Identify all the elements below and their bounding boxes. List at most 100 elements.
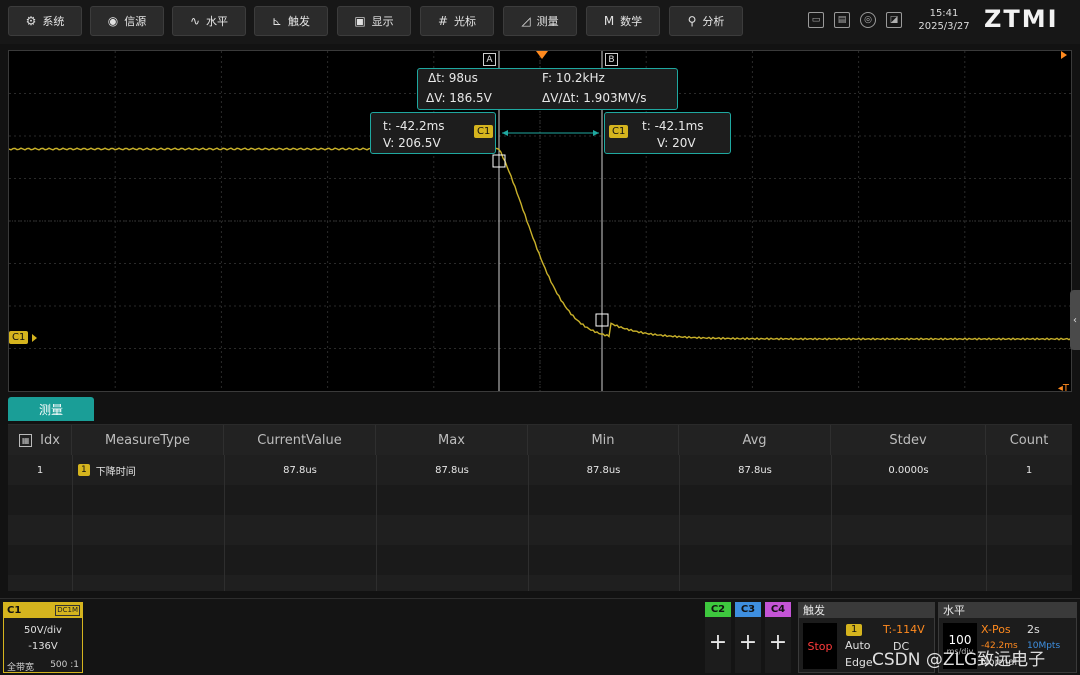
source-button[interactable]: ◉ 信源 xyxy=(90,6,164,36)
cursor-b-voltage: V: 20V xyxy=(657,136,696,150)
display-icon: ▣ xyxy=(354,14,366,28)
channel-1-probe-ratio: 500 :1 xyxy=(50,660,79,670)
window-icon[interactable]: ◪ xyxy=(886,12,902,28)
cursor-b-time: t: -42.1ms xyxy=(642,119,704,133)
cursor-delta-readout: Δt: 98us F: 10.2kHz ΔV: 186.5V ΔV/Δt: 1.… xyxy=(417,68,678,110)
x-position-value: 2s xyxy=(1027,623,1040,636)
clock-date: 2025/3/27 xyxy=(918,21,970,32)
system-button-label: 系统 xyxy=(42,15,65,28)
trigger-mode: Auto xyxy=(845,639,871,652)
watermark: CSDN @ZLG致远电子 xyxy=(872,650,1046,670)
trigger-icon: ⊾ xyxy=(271,14,283,28)
top-toolbar: ⚙ 系统 ◉ 信源 ∿ 水平 ⊾ 触发 ▣ 显示 # 光标 ◿ 测量 M 数学 … xyxy=(0,0,1080,44)
channel-1-panel[interactable]: C1 DC1M 50V/div -136V 全带宽 500 :1 xyxy=(3,602,83,673)
clock: 15:41 2025/3/27 xyxy=(914,7,974,33)
cursor-a-readout: t: -42.2ms V: 206.5V C1 xyxy=(370,112,496,154)
horizontal-wave-icon: ∿ xyxy=(189,14,201,28)
arrow-left-icon xyxy=(502,130,508,136)
delta-frequency: F: 10.2kHz xyxy=(542,71,605,85)
horizontal-button-label: 水平 xyxy=(206,15,229,28)
network-icon[interactable]: ◎ xyxy=(860,12,876,28)
row-idx: 1 xyxy=(36,464,44,476)
trigger-position-marker[interactable] xyxy=(536,51,548,59)
brand-logo: ZTMI xyxy=(984,5,1059,33)
cursor-a-voltage: V: 206.5V xyxy=(383,136,441,150)
col-stdev[interactable]: Stdev xyxy=(831,425,986,455)
trigger-level-marker[interactable] xyxy=(1061,51,1067,59)
analyze-button[interactable]: ⚲ 分析 xyxy=(669,6,743,36)
measure-button-label: 测量 xyxy=(536,15,559,28)
row-avg: 87.8us xyxy=(738,464,772,476)
table-row-stripe xyxy=(8,575,1072,591)
cursor-button[interactable]: # 光标 xyxy=(420,6,494,36)
trigger-button[interactable]: ⊾ 触发 xyxy=(254,6,328,36)
plus-icon: + xyxy=(768,630,788,655)
analyze-button-label: 分析 xyxy=(702,15,725,28)
plus-icon: + xyxy=(708,630,728,655)
cursor-b-channel-badge: C1 xyxy=(609,125,629,138)
row-measure-type: 1 下降时间 xyxy=(72,455,224,485)
col-measure-type[interactable]: MeasureType xyxy=(72,425,224,455)
table-settings-icon[interactable]: ▦ xyxy=(19,433,33,447)
trigger-time-label: ◂T xyxy=(1057,383,1069,394)
measure-table: ▦ Idx MeasureType CurrentValue Max Min A… xyxy=(8,424,1072,591)
trigger-button-label: 触发 xyxy=(288,15,311,28)
channel-1-offset: -136V xyxy=(28,641,58,652)
clock-time: 15:41 xyxy=(929,8,959,19)
math-button[interactable]: M 数学 xyxy=(586,6,660,36)
measure-tab[interactable]: 测量 xyxy=(8,397,94,421)
row-current-value: 87.8us xyxy=(283,464,317,476)
x-position-label: X-Pos xyxy=(981,623,1011,636)
plus-icon: + xyxy=(738,630,758,655)
row-channel-badge: 1 xyxy=(78,464,90,476)
delta-time: Δt: 98us xyxy=(428,71,478,85)
display-button-label: 显示 xyxy=(371,15,394,28)
channel-3-label: C3 xyxy=(735,602,761,617)
math-button-label: 数学 xyxy=(620,15,643,28)
row-max: 87.8us xyxy=(435,464,469,476)
delta-slew-rate: ΔV/Δt: 1.903MV/s xyxy=(542,91,647,105)
signal-source-icon: ◉ xyxy=(107,14,119,28)
channel-2-add-button[interactable]: C2 + xyxy=(705,602,731,673)
col-current-value[interactable]: CurrentValue xyxy=(224,425,376,455)
channel-1-offset-marker[interactable]: C1 xyxy=(9,331,29,344)
measure-table-header: ▦ Idx MeasureType CurrentValue Max Min A… xyxy=(8,425,1072,455)
math-icon: M xyxy=(603,14,615,28)
channel-2-label: C2 xyxy=(705,602,731,617)
delta-voltage: ΔV: 186.5V xyxy=(426,91,492,105)
cursor-button-label: 光标 xyxy=(454,15,477,28)
cursor-a-tag[interactable]: A xyxy=(483,53,496,66)
trigger-type: Edge xyxy=(845,656,873,669)
gear-icon: ⚙ xyxy=(25,14,37,28)
col-max[interactable]: Max xyxy=(376,425,528,455)
table-row-stripe xyxy=(8,515,1072,545)
channel-1-bandwidth: 全带宽 xyxy=(7,663,35,673)
channel-1-coupling: DC1M xyxy=(55,605,80,616)
channel-4-add-button[interactable]: C4 + xyxy=(765,602,791,673)
run-stop-button[interactable]: Stop xyxy=(803,623,837,669)
channel-3-add-button[interactable]: C3 + xyxy=(735,602,761,673)
storage-icon[interactable]: ▤ xyxy=(834,12,850,28)
measure-button[interactable]: ◿ 测量 xyxy=(503,6,577,36)
cursor-b-tag[interactable]: B xyxy=(605,53,618,66)
horizontal-button[interactable]: ∿ 水平 xyxy=(172,6,246,36)
col-idx[interactable]: ▦ Idx xyxy=(8,425,72,455)
row-stdev: 0.0000s xyxy=(888,464,929,476)
source-button-label: 信源 xyxy=(124,15,147,28)
side-panel-handle[interactable]: ‹ xyxy=(1070,290,1080,350)
screen-icon[interactable]: ▭ xyxy=(808,12,824,28)
cursor-b-readout: C1 t: -42.1ms V: 20V xyxy=(604,112,731,154)
cursor-grid-icon: # xyxy=(437,14,449,28)
system-button[interactable]: ⚙ 系统 xyxy=(8,6,82,36)
col-min[interactable]: Min xyxy=(528,425,679,455)
horizontal-panel-title: 水平 xyxy=(939,603,1076,618)
trigger-panel-title: 触发 xyxy=(799,603,934,618)
col-idx-label: Idx xyxy=(40,432,60,448)
row-count: 1 xyxy=(1025,464,1033,476)
col-count[interactable]: Count xyxy=(986,425,1072,455)
display-button[interactable]: ▣ 显示 xyxy=(337,6,411,36)
channel-1-arrow-icon xyxy=(32,334,37,342)
channel-1-scale: 50V/div xyxy=(24,625,62,636)
col-avg[interactable]: Avg xyxy=(679,425,831,455)
waveform-display[interactable]: A B Δt: 98us F: 10.2kHz ΔV: 186.5V ΔV/Δt… xyxy=(8,50,1072,394)
